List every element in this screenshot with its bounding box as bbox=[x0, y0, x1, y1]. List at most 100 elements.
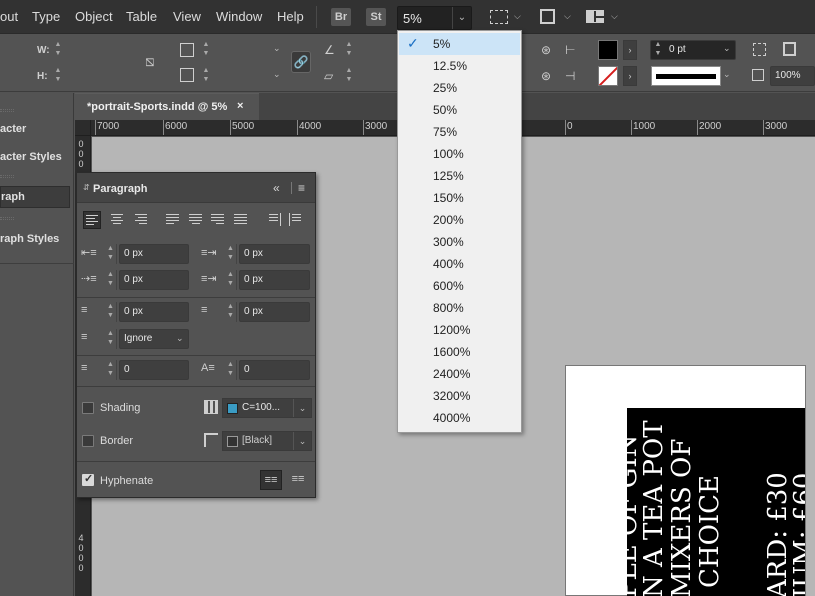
paragraph-styles-panel-tab[interactable]: raph Styles bbox=[0, 233, 59, 245]
zoom-option[interactable]: 12.5% bbox=[399, 55, 520, 77]
shading-checkbox[interactable] bbox=[82, 402, 94, 414]
screen-mode-icon[interactable] bbox=[490, 10, 508, 24]
chevron-down-icon[interactable]: ⌵ bbox=[611, 11, 618, 22]
zoom-option[interactable]: 150% bbox=[399, 187, 520, 209]
zoom-option[interactable]: 300% bbox=[399, 231, 520, 253]
select-previous-icon[interactable]: ⊢ bbox=[565, 43, 575, 57]
zoom-option[interactable]: 100% bbox=[399, 143, 520, 165]
chevron-down-icon[interactable]: ⌄ bbox=[273, 69, 281, 80]
height-stepper[interactable]: ▲ ▼ bbox=[53, 66, 63, 86]
stroke-weight-stepper[interactable]: ▲ ▼ bbox=[653, 40, 663, 60]
zoom-option[interactable]: 4000% bbox=[399, 407, 520, 429]
width-stepper[interactable]: ▲ ▼ bbox=[53, 40, 63, 60]
zoom-option[interactable]: 200% bbox=[399, 209, 520, 231]
chevron-down-icon[interactable]: ⌄ bbox=[273, 43, 281, 54]
zoom-level-select[interactable]: 5% ⌄ bbox=[397, 6, 472, 30]
link-scale-icon[interactable]: 🔗 bbox=[291, 51, 311, 73]
do-not-align-to-baseline-grid-button[interactable]: ≡≡ bbox=[260, 470, 282, 490]
menu-type[interactable]: Type bbox=[32, 9, 60, 24]
stroke-swatch[interactable] bbox=[598, 66, 618, 86]
arrange-documents-icon[interactable] bbox=[586, 10, 604, 23]
bridge-button[interactable]: Br bbox=[331, 8, 351, 26]
menu-window[interactable]: Window bbox=[216, 9, 262, 24]
scale-x-stepper[interactable]: ▲ ▼ bbox=[201, 40, 211, 60]
collapse-panel-icon[interactable]: « bbox=[273, 181, 280, 195]
border-settings-icon[interactable] bbox=[204, 433, 218, 447]
drop-cap-chars-stepper[interactable]: ▲ ▼ bbox=[225, 360, 237, 380]
space-after-field[interactable]: 0 px bbox=[239, 302, 310, 322]
panel-menu-icon[interactable]: ≡ bbox=[298, 181, 305, 195]
shading-settings-icon[interactable] bbox=[204, 400, 218, 414]
shear-stepper[interactable]: ▲ ▼ bbox=[344, 66, 354, 86]
rotate-stepper[interactable]: ▲ ▼ bbox=[344, 40, 354, 60]
select-container-icon[interactable]: ⊛ bbox=[541, 43, 551, 57]
stroke-swatch-menu-button[interactable]: › bbox=[623, 66, 637, 86]
zoom-option[interactable]: 50% bbox=[399, 99, 520, 121]
select-next-icon[interactable]: ⊣ bbox=[565, 69, 575, 83]
fill-swatch[interactable] bbox=[598, 40, 618, 60]
menu-table[interactable]: Table bbox=[126, 9, 157, 24]
justify-right-button[interactable] bbox=[209, 211, 227, 229]
last-line-indent-field[interactable]: 0 px bbox=[239, 270, 310, 290]
menu-view[interactable]: View bbox=[173, 9, 201, 24]
zoom-option[interactable]: 25% bbox=[399, 77, 520, 99]
close-icon[interactable]: × bbox=[237, 100, 243, 112]
zoom-option[interactable]: ✓ 5% bbox=[399, 33, 520, 55]
view-options-icon[interactable] bbox=[540, 9, 555, 24]
opacity-field[interactable]: 100% bbox=[770, 66, 815, 86]
ruler-origin[interactable] bbox=[75, 120, 91, 136]
left-indent-field[interactable]: 0 px bbox=[119, 244, 189, 264]
drop-cap-lines-field[interactable]: 0 bbox=[119, 360, 189, 380]
justify-all-button[interactable] bbox=[232, 211, 250, 229]
menu-object[interactable]: Object bbox=[75, 9, 113, 24]
chevron-down-icon[interactable]: ⌄ bbox=[176, 333, 184, 344]
border-checkbox[interactable] bbox=[82, 435, 94, 447]
chevron-down-icon[interactable]: ⌄ bbox=[452, 7, 471, 29]
first-line-indent-field[interactable]: 0 px bbox=[119, 270, 189, 290]
panel-options-arrow-icon[interactable]: ⇵ bbox=[83, 183, 90, 192]
align-towards-spine-button[interactable] bbox=[265, 211, 283, 229]
hyphenate-checkbox[interactable] bbox=[82, 472, 94, 486]
panel-grip[interactable] bbox=[0, 109, 14, 112]
justify-left-button[interactable] bbox=[164, 211, 182, 229]
zoom-option[interactable]: 400% bbox=[399, 253, 520, 275]
stock-button[interactable]: St bbox=[366, 8, 386, 26]
zoom-option[interactable]: 125% bbox=[399, 165, 520, 187]
chevron-down-icon[interactable]: ⌵ bbox=[514, 11, 521, 22]
right-indent-field[interactable]: 0 px bbox=[239, 244, 310, 264]
space-after-stepper[interactable]: ▲ ▼ bbox=[225, 302, 237, 322]
zoom-option[interactable]: 1600% bbox=[399, 341, 520, 363]
constrain-proportions-icon[interactable]: ⧅ bbox=[145, 53, 155, 70]
chevron-down-icon[interactable]: ⌄ bbox=[293, 399, 311, 417]
align-to-baseline-grid-button[interactable]: ≡≡ bbox=[287, 470, 309, 490]
select-content-icon[interactable]: ⊛ bbox=[541, 69, 551, 83]
zoom-option[interactable]: 1200% bbox=[399, 319, 520, 341]
align-right-button[interactable] bbox=[131, 211, 149, 229]
align-to-grid-select[interactable]: Ignore ⌄ bbox=[119, 329, 189, 349]
fill-swatch-menu-button[interactable]: › bbox=[623, 40, 637, 60]
chevron-down-icon[interactable]: ⌵ bbox=[564, 11, 571, 22]
panel-grip[interactable] bbox=[0, 217, 14, 220]
first-line-indent-stepper[interactable]: ▲ ▼ bbox=[105, 270, 117, 290]
zoom-option[interactable]: 2400% bbox=[399, 363, 520, 385]
space-before-field[interactable]: 0 px bbox=[119, 302, 189, 322]
left-indent-stepper[interactable]: ▲ ▼ bbox=[105, 244, 117, 264]
drop-cap-chars-field[interactable]: 0 bbox=[239, 360, 310, 380]
last-line-indent-stepper[interactable]: ▲ ▼ bbox=[225, 270, 237, 290]
character-styles-panel-tab[interactable]: acter Styles bbox=[0, 151, 62, 163]
zoom-option[interactable]: 75% bbox=[399, 121, 520, 143]
zoom-option[interactable]: 800% bbox=[399, 297, 520, 319]
scale-y-stepper[interactable]: ▲ ▼ bbox=[201, 66, 211, 86]
align-away-from-spine-button[interactable] bbox=[288, 211, 306, 229]
drop-shadow-icon[interactable] bbox=[783, 42, 796, 56]
document-tab[interactable]: *portrait-Sports.indd @ 5% × bbox=[75, 93, 259, 120]
paragraph-panel-header[interactable]: ⇵ Paragraph « ≡ bbox=[77, 173, 315, 203]
menu-layout[interactable]: out bbox=[0, 9, 18, 24]
stroke-type-preview[interactable] bbox=[651, 66, 721, 86]
black-text-frame[interactable]: PLE OF GIN N A TEA POT MIXERS OF CHOICE … bbox=[627, 408, 805, 596]
panel-grip[interactable] bbox=[0, 175, 14, 178]
drop-cap-lines-stepper[interactable]: ▲ ▼ bbox=[105, 360, 117, 380]
border-color-select[interactable]: [Black] ⌄ bbox=[222, 431, 312, 451]
right-indent-stepper[interactable]: ▲ ▼ bbox=[225, 244, 237, 264]
align-center-button[interactable] bbox=[108, 211, 126, 229]
